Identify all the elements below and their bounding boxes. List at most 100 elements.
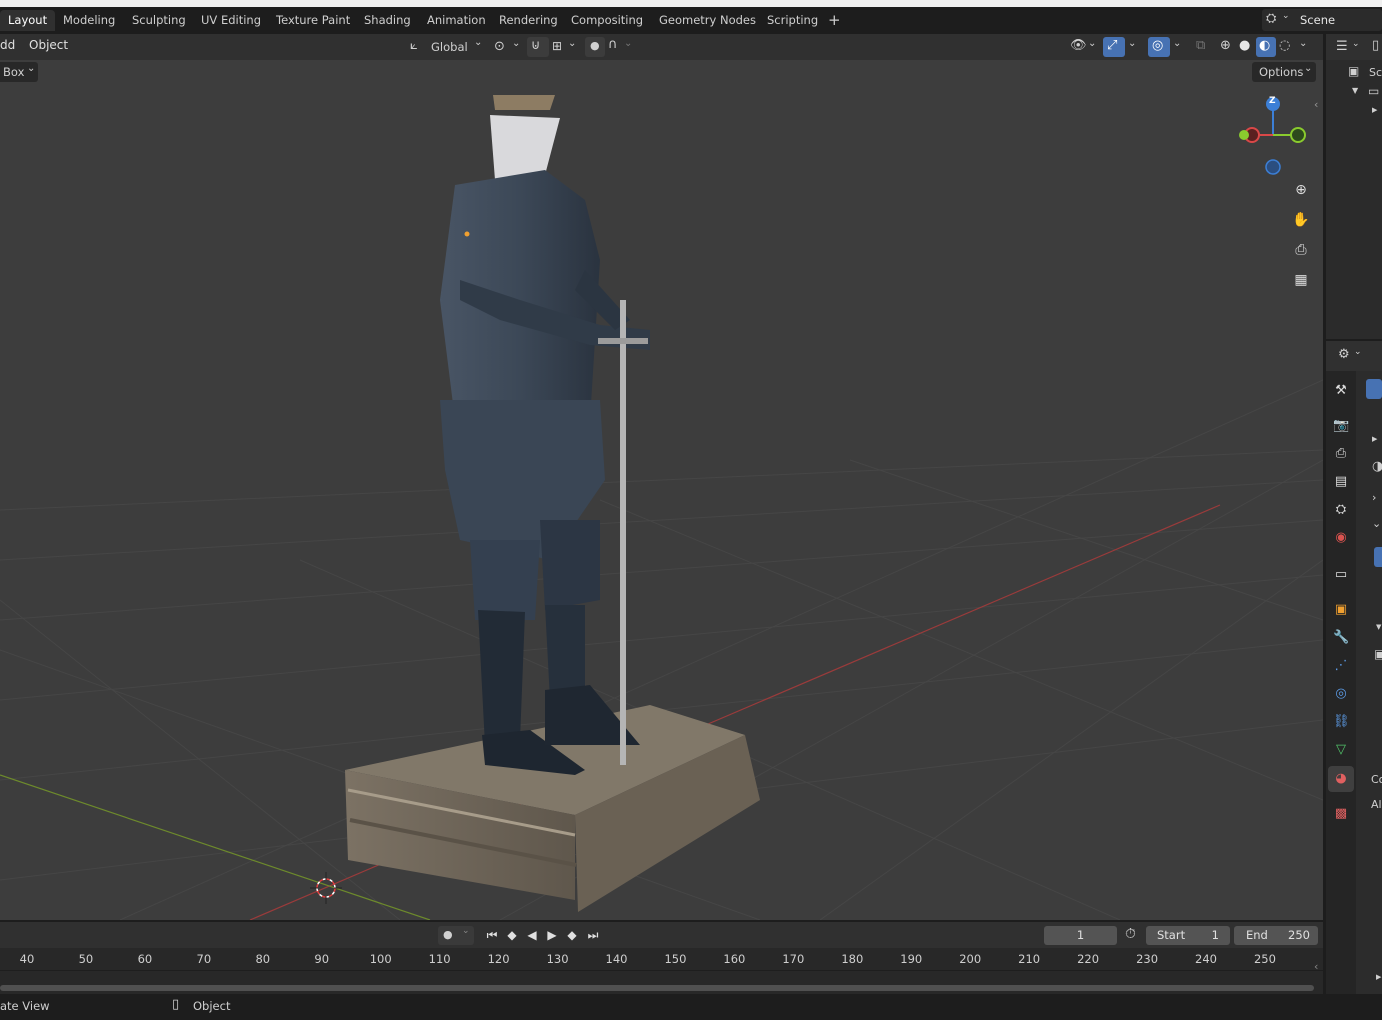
transform-orientation-dropdown[interactable]: ⟀ Global ⌄ bbox=[406, 37, 486, 57]
viewport-header: dd Object ⟀ Global ⌄ ⊙ ⌄ ⊍ ⊞ ⌄ ● ∩ ⌄ 👁 ⌄… bbox=[0, 34, 1326, 60]
render-icon[interactable]: 📷 bbox=[1333, 418, 1349, 434]
start-label: Start bbox=[1157, 928, 1186, 942]
menu-add[interactable]: dd bbox=[0, 38, 15, 52]
add-workspace-button[interactable]: + bbox=[820, 10, 849, 31]
collection-props-icon[interactable]: ▭ bbox=[1333, 567, 1349, 583]
expand-icon[interactable]: ▶ bbox=[1372, 106, 1377, 114]
tab-scripting[interactable]: Scripting bbox=[759, 10, 826, 31]
tab-uv-editing[interactable]: UV Editing bbox=[193, 10, 269, 31]
gizmo-z-label[interactable]: Z bbox=[1269, 96, 1276, 106]
expand-icon[interactable]: ▶ bbox=[1376, 973, 1381, 981]
chevron-right-icon[interactable]: › bbox=[1372, 491, 1376, 504]
play-icon[interactable]: ▶ bbox=[543, 926, 561, 944]
camera-icon[interactable]: ⎙ bbox=[1290, 239, 1312, 261]
next-keyframe-icon[interactable]: ◆ bbox=[563, 926, 581, 944]
modifier-icon[interactable]: 🔧 bbox=[1333, 630, 1349, 646]
collapse-arrow-icon[interactable]: ‹ bbox=[1314, 960, 1318, 973]
button-fragment[interactable] bbox=[1374, 547, 1382, 567]
collapse-icon[interactable]: ▼ bbox=[1352, 86, 1358, 95]
select-mode-dropdown[interactable]: Box ⌄ bbox=[0, 62, 38, 82]
grid-icon[interactable]: ▦ bbox=[1290, 269, 1312, 291]
data-icon[interactable]: ▽ bbox=[1333, 742, 1349, 758]
frame-tick-label: 120 bbox=[487, 952, 510, 966]
pivot-icon[interactable]: ⊙ bbox=[494, 39, 505, 54]
particles-icon[interactable]: ⋰ bbox=[1333, 658, 1349, 674]
object-props-icon[interactable]: ▣ bbox=[1333, 602, 1349, 618]
frame-tick-label: 190 bbox=[900, 952, 923, 966]
3d-viewport[interactable]: Z ⊕ ✋ ⎙ ▦ ‹ bbox=[0, 60, 1323, 920]
current-frame-field[interactable]: 1 bbox=[1044, 926, 1117, 945]
scene-props-icon[interactable]: ⛭ bbox=[1333, 502, 1349, 518]
tab-sculpting[interactable]: Sculpting bbox=[124, 10, 194, 31]
tab-animation[interactable]: Animation bbox=[419, 10, 494, 31]
view-layer-icon[interactable]: ▤ bbox=[1333, 474, 1349, 490]
snap-target-icon[interactable]: ⊞ bbox=[552, 39, 562, 53]
orientation-icon: ⟀ bbox=[410, 38, 418, 53]
falloff-icon[interactable]: ∩ bbox=[608, 37, 618, 52]
world-icon[interactable]: ◉ bbox=[1333, 530, 1349, 546]
image-icon: ▣ bbox=[1374, 647, 1382, 661]
frame-ruler[interactable]: 40 50 60 70 80 90 100 110 120 130 140 150 160 170 180 1… bbox=[0, 948, 1323, 970]
hand-icon[interactable]: ✋ bbox=[1290, 209, 1312, 231]
tab-compositing[interactable]: Compositing bbox=[563, 10, 651, 31]
editor-type-icon[interactable]: ☰ bbox=[1336, 39, 1348, 54]
editor-type-icon[interactable]: ⚙ bbox=[1338, 347, 1350, 362]
select-mode-label: Box bbox=[3, 65, 25, 79]
play-reverse-icon[interactable]: ◀ bbox=[523, 926, 541, 944]
options-label: Options bbox=[1259, 65, 1304, 79]
frame-tick-label: 210 bbox=[1018, 952, 1041, 966]
frame-tick-label: 240 bbox=[1195, 952, 1217, 966]
jump-end-icon[interactable]: ⏭ bbox=[584, 926, 602, 944]
tab-modeling[interactable]: Modeling bbox=[55, 10, 123, 31]
jump-start-icon[interactable]: ⏮ bbox=[483, 926, 501, 944]
collapse-icon[interactable]: ▼ bbox=[1376, 623, 1381, 631]
snap-toggle[interactable]: ⊍ bbox=[527, 37, 549, 57]
sidebar-toggle-icon[interactable]: ‹ bbox=[1314, 98, 1318, 111]
material-preview-toggle[interactable]: ◐ bbox=[1256, 37, 1276, 57]
solid-shading-icon[interactable]: ● bbox=[1239, 38, 1250, 53]
tab-shading[interactable]: Shading bbox=[356, 10, 419, 31]
frame-tick-label: 220 bbox=[1077, 952, 1100, 966]
start-frame-field[interactable]: Start 1 bbox=[1146, 926, 1230, 945]
visibility-icon[interactable]: 👁 bbox=[1070, 38, 1087, 53]
frame-tick-label: 70 bbox=[196, 952, 212, 966]
scene-selector[interactable]: ⛭ ⌄ Scene bbox=[1262, 9, 1382, 31]
keying-dropdown[interactable]: ● ⌄ bbox=[438, 926, 474, 945]
gizmo-toggle[interactable]: ⤢ bbox=[1103, 37, 1125, 57]
expand-icon[interactable]: ▶ bbox=[1372, 435, 1377, 443]
frame-tick-label: 230 bbox=[1136, 952, 1159, 966]
zoom-icon[interactable]: ⊕ bbox=[1290, 179, 1312, 201]
timeline-scrollbar[interactable] bbox=[0, 985, 1314, 991]
options-dropdown[interactable]: Options ⌄ bbox=[1252, 62, 1316, 82]
frame-tick-label: 130 bbox=[546, 952, 569, 966]
chevron-down-icon: ⌄ bbox=[1299, 38, 1308, 49]
overlay-toggle[interactable]: ◎ bbox=[1148, 37, 1170, 57]
constraint-icon[interactable]: ⛓ bbox=[1333, 714, 1350, 730]
chevron-down-icon[interactable]: ⌄ bbox=[1372, 517, 1381, 530]
tab-geometry-nodes[interactable]: Geometry Nodes bbox=[651, 10, 764, 31]
menu-object[interactable]: Object bbox=[29, 38, 68, 52]
material-slot-icon[interactable] bbox=[1366, 379, 1382, 399]
chevron-down-icon: ⌄ bbox=[1088, 38, 1097, 49]
stopwatch-icon[interactable]: ⏱ bbox=[1125, 926, 1136, 942]
chevron-down-icon: ⌄ bbox=[27, 63, 36, 74]
rendered-shading-icon[interactable]: ◌ bbox=[1279, 38, 1290, 53]
chevron-down-icon: ⌄ bbox=[1128, 38, 1137, 49]
tab-rendering[interactable]: Rendering bbox=[491, 10, 566, 31]
proportional-edit-toggle[interactable]: ● bbox=[585, 37, 605, 57]
material-icon[interactable]: ◕ bbox=[1333, 771, 1349, 787]
prev-keyframe-icon[interactable]: ◆ bbox=[503, 926, 521, 944]
wireframe-shading-icon[interactable]: ⊕ bbox=[1220, 38, 1231, 53]
physics-icon[interactable]: ◎ bbox=[1333, 686, 1349, 702]
output-icon[interactable]: ⎙ bbox=[1333, 446, 1349, 462]
end-frame-field[interactable]: End 250 bbox=[1234, 926, 1318, 945]
tool-icon[interactable]: ⚒ bbox=[1333, 383, 1349, 399]
tab-layout[interactable]: Layout bbox=[0, 10, 56, 31]
tab-texture-paint[interactable]: Texture Paint bbox=[268, 10, 358, 31]
xray-icon[interactable]: ⧉ bbox=[1196, 38, 1205, 53]
end-label: End bbox=[1246, 928, 1268, 942]
texture-icon[interactable]: ▩ bbox=[1333, 806, 1349, 822]
properties-header: ⚙ ⌄ bbox=[1326, 341, 1382, 371]
filter-icon[interactable]: ▯ bbox=[1372, 38, 1379, 53]
start-value: 1 bbox=[1211, 928, 1219, 942]
